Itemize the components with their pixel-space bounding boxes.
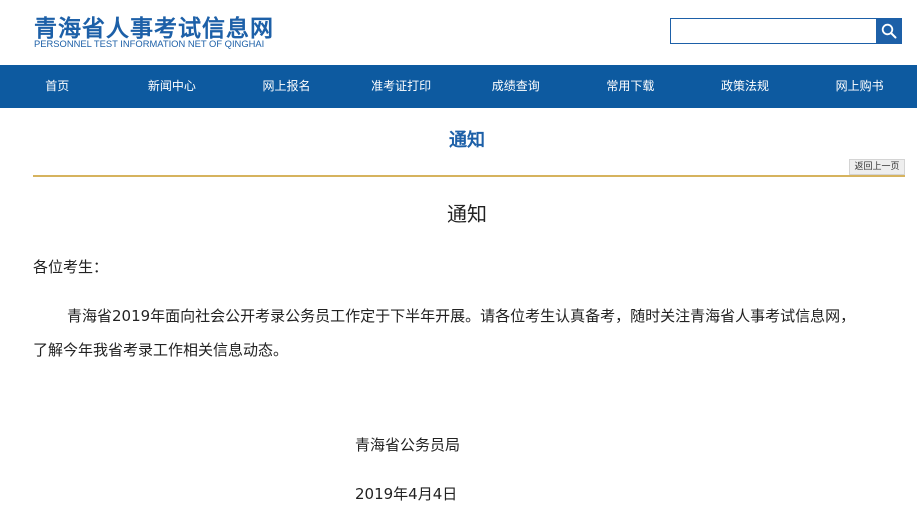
article-date: 2019年4月4日 (355, 485, 458, 503)
nav-item-admission-ticket[interactable]: 准考证打印 (344, 65, 459, 108)
nav-item-home[interactable]: 首页 (0, 65, 115, 108)
main-nav: 首页 新闻中心 网上报名 准考证打印 成绩查询 常用下载 政策法规 网上购书 (0, 65, 917, 108)
back-button[interactable]: 返回上一页 (849, 159, 905, 175)
article-paragraph-line-2: 了解今年我省考录工作相关信息动态。 (33, 341, 289, 359)
article-title: 通知 (447, 202, 487, 226)
search-icon (881, 23, 896, 39)
article-signature: 青海省公务员局 (355, 436, 461, 454)
nav-item-bookstore[interactable]: 网上购书 (802, 65, 917, 108)
nav-item-score-query[interactable]: 成绩查询 (459, 65, 574, 108)
article-paragraph-line-1: 青海省2019年面向社会公开考录公务员工作定于下半年开展。请各位考生认真备考，随… (67, 307, 856, 325)
nav-item-news[interactable]: 新闻中心 (115, 65, 230, 108)
nav-item-online-registration[interactable]: 网上报名 (229, 65, 344, 108)
nav-item-downloads[interactable]: 常用下载 (573, 65, 688, 108)
article-greeting: 各位考生： (33, 258, 109, 276)
nav-item-policies[interactable]: 政策法规 (688, 65, 803, 108)
gold-divider (33, 175, 905, 177)
section-title: 通知 (449, 130, 485, 151)
site-logo-subtitle: PERSONNEL TEST INFORMATION NET OF QINGHA… (34, 38, 265, 49)
search-input[interactable] (671, 19, 877, 43)
site-header: 青海省人事考试信息网 PERSONNEL TEST INFORMATION NE… (0, 0, 917, 65)
search-box (670, 18, 902, 44)
search-button[interactable] (876, 19, 901, 43)
